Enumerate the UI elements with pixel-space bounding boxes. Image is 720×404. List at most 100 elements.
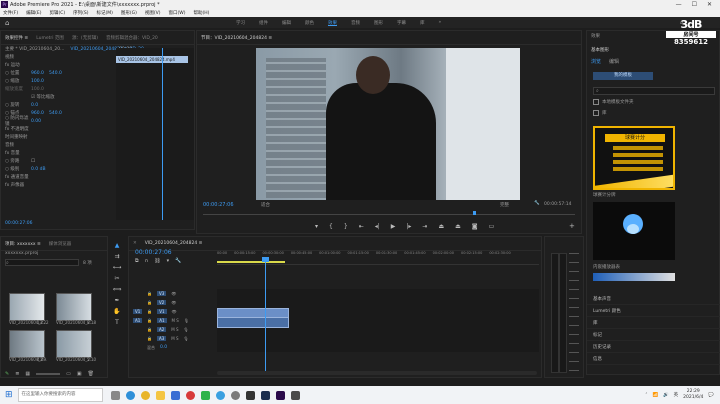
network-icon[interactable]: 📶	[652, 393, 658, 398]
netease-icon[interactable]	[185, 390, 195, 400]
program-scrubber[interactable]	[203, 211, 575, 215]
photoshop-icon[interactable]	[260, 390, 270, 400]
track-header-v1[interactable]: V1 🔒 V1 👁	[129, 307, 215, 316]
volume-icon[interactable]: 🔊	[663, 393, 669, 398]
template-thumb-player[interactable]	[593, 202, 675, 260]
timeline-scrollbar[interactable]	[217, 371, 537, 375]
track-header-a1[interactable]: A1 🔒 A1 M S 🎙	[129, 316, 215, 325]
libraries-checkbox[interactable]: 库	[593, 110, 607, 116]
export-frame-icon[interactable]: ◙	[472, 223, 478, 230]
work-area-bar[interactable]	[217, 261, 285, 263]
lift-icon[interactable]: ⏏	[438, 223, 444, 230]
panel-item-libraries[interactable]: 库	[587, 317, 720, 329]
ec-row-uniform-scale[interactable]: ☑ 等比缩放	[1, 93, 116, 101]
workspace-tab-color[interactable]: 颜色	[305, 20, 314, 26]
tab-audio-clip-mixer[interactable]: 音频剪辑混合器：VID_20	[106, 35, 158, 41]
ec-row-bypass[interactable]: ○ 旁路 ☐	[1, 157, 116, 165]
maximize-button[interactable]: ☐	[692, 1, 697, 8]
step-forward-icon[interactable]: |▸	[406, 223, 411, 230]
minimize-button[interactable]: —	[676, 1, 682, 8]
ripple-edit-icon[interactable]: ⟷	[113, 264, 122, 271]
ec-row-scale[interactable]: ○ 缩放 100.0	[1, 77, 116, 85]
track-header-v3[interactable]: 🔒 V3 👁	[129, 289, 215, 298]
panel-item-info[interactable]: 信息	[587, 353, 720, 365]
timeline-playhead[interactable]	[262, 257, 269, 375]
tab-edit[interactable]: 编辑	[609, 58, 619, 65]
tab-sequence[interactable]: VID_20210604_204824 ≡	[145, 241, 203, 246]
qq-icon[interactable]	[215, 390, 225, 400]
my-templates-button[interactable]: 我的模板	[593, 72, 653, 80]
selection-tool-icon[interactable]: ▲	[115, 242, 120, 249]
ec-row-time-remap[interactable]: 时间重映射	[1, 133, 116, 141]
icon-view-icon[interactable]: ▦	[25, 371, 30, 377]
close-icon[interactable]: ✕	[133, 241, 137, 246]
ec-row-channel-volume[interactable]: fx 通道音量	[1, 173, 116, 181]
track-header-a3[interactable]: 🔒 A3 M S 🎙	[129, 334, 215, 343]
camera-icon[interactable]	[245, 390, 255, 400]
template-thumb-scoreboard[interactable]: 球赛计分	[593, 126, 675, 190]
menu-view[interactable]: 视图(V)	[145, 10, 161, 16]
program-quality-select[interactable]: 完整	[500, 202, 509, 208]
go-to-out-icon[interactable]: ⇥	[422, 223, 427, 230]
workspace-tab-learn[interactable]: 学习	[236, 20, 245, 26]
menu-window[interactable]: 窗口(W)	[169, 10, 186, 16]
program-timecode[interactable]: 00:00:27:06	[203, 202, 234, 208]
app2-icon[interactable]	[290, 390, 300, 400]
tab-project[interactable]: 项目: xxxxxxx ≡	[5, 241, 41, 247]
ec-footer-timecode[interactable]: 00:00:27:06	[5, 221, 32, 226]
step-back-icon[interactable]: ◂|	[375, 223, 380, 230]
add-marker-icon[interactable]: ▾	[315, 223, 318, 230]
snap-icon[interactable]: ∩	[145, 258, 149, 264]
list-view-icon[interactable]: ≣	[15, 371, 19, 377]
source-clip-label[interactable]: 主要 * VID_20210604_20...	[5, 46, 64, 52]
wechat-icon[interactable]	[200, 390, 210, 400]
ec-row-level[interactable]: ○ 级别 0.0 dB	[1, 165, 116, 173]
workspace-tab-graphics[interactable]: 图形	[374, 20, 383, 26]
razor-icon[interactable]: ✂	[114, 275, 119, 282]
workspace-tab-editing[interactable]: 编辑	[282, 20, 291, 26]
workspace-tab-audio[interactable]: 音频	[351, 20, 360, 26]
panel-item-essential-sound[interactable]: 基本声音	[587, 293, 720, 305]
ec-row-panner[interactable]: fx 声像器	[1, 181, 116, 189]
notification-icon[interactable]: 💬	[708, 393, 714, 398]
mark-out-icon[interactable]: }	[344, 223, 348, 230]
windows-start-icon[interactable]: ⊞	[5, 390, 13, 400]
menu-graphics[interactable]: 图形(G)	[121, 10, 137, 16]
ec-clip-bar[interactable]: VID_20210604_204824.mp4	[116, 56, 188, 63]
menu-marker[interactable]: 标记(M)	[97, 10, 113, 16]
zoom-slider[interactable]	[36, 373, 61, 375]
chrome-icon[interactable]	[140, 390, 150, 400]
tab-media-browser[interactable]: 媒体浏览器	[49, 241, 72, 247]
menu-clip[interactable]: 剪辑(C)	[49, 10, 65, 16]
tab-source[interactable]: 源：(无剪辑)	[72, 35, 98, 41]
wrench-icon[interactable]: 🔧	[534, 201, 540, 206]
add-marker-icon[interactable]: ▾	[167, 258, 170, 264]
app-icon[interactable]	[230, 390, 240, 400]
project-thumb-3[interactable]	[9, 330, 45, 358]
menu-help[interactable]: 帮助(H)	[193, 10, 209, 16]
template-search-input[interactable]: ⌕	[593, 87, 715, 95]
local-templates-checkbox[interactable]: 本地模板文件夹	[593, 99, 634, 105]
go-to-in-icon[interactable]: ⇤	[359, 223, 364, 230]
slip-icon[interactable]: ⟺	[113, 286, 122, 293]
panel-item-history[interactable]: 历史记录	[587, 341, 720, 353]
workspace-more-button[interactable]: »	[439, 20, 442, 26]
project-search-input[interactable]: ⌕	[5, 259, 79, 266]
extract-icon[interactable]: ⏏	[455, 223, 461, 230]
panel-item-lumetri-color[interactable]: Lumetri 颜色	[587, 305, 720, 317]
ime-language[interactable]: 英	[674, 392, 679, 398]
program-fit-select[interactable]: 适合	[261, 202, 270, 208]
program-playhead[interactable]	[473, 211, 476, 215]
store-icon[interactable]	[170, 390, 180, 400]
add-button-icon[interactable]: +	[569, 222, 575, 230]
ec-row-scale-width[interactable]: 缩放宽度 100.0	[1, 85, 116, 93]
hand-icon[interactable]: ✋	[113, 308, 120, 315]
menu-sequence[interactable]: 序列(S)	[73, 10, 88, 16]
menu-edit[interactable]: 编辑(E)	[26, 10, 41, 16]
ec-row-anti-flicker[interactable]: ○ 防闪烁滤镜 0.00	[1, 116, 116, 127]
ec-row-motion[interactable]: fx 运动	[1, 61, 116, 69]
new-bin-icon[interactable]: ▭	[66, 371, 71, 377]
template-thumb-partial[interactable]	[593, 273, 675, 281]
premiere-taskbar-icon[interactable]	[275, 390, 285, 400]
tab-program[interactable]: 节目：VID_20210604_204824 ≡	[201, 35, 272, 41]
